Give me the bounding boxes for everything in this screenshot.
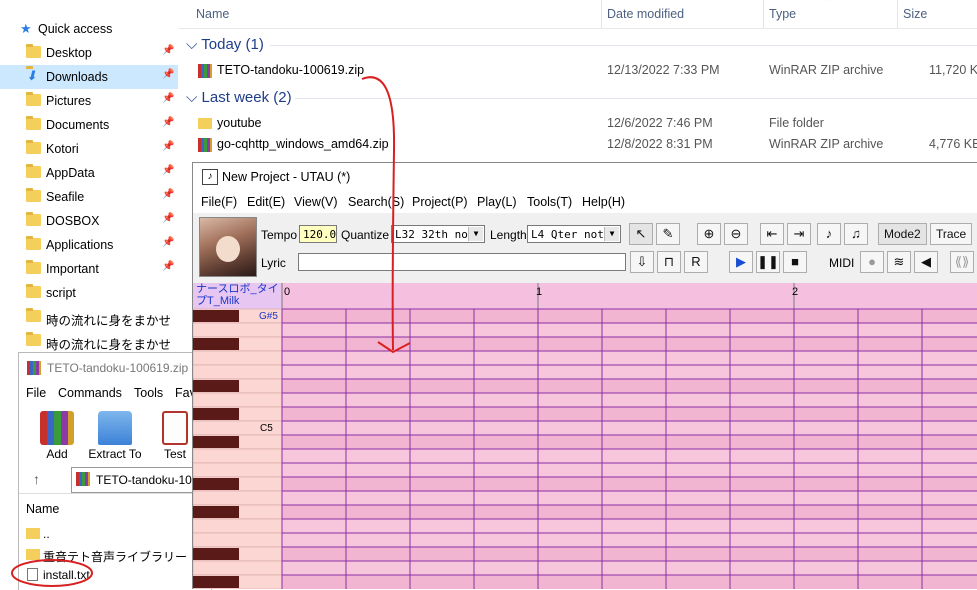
- annotation-arrow: [361, 76, 396, 351]
- annotation-circle: [11, 559, 93, 587]
- annotation-overlay: [11, 76, 411, 587]
- annotation-arrow-head: [377, 341, 411, 354]
